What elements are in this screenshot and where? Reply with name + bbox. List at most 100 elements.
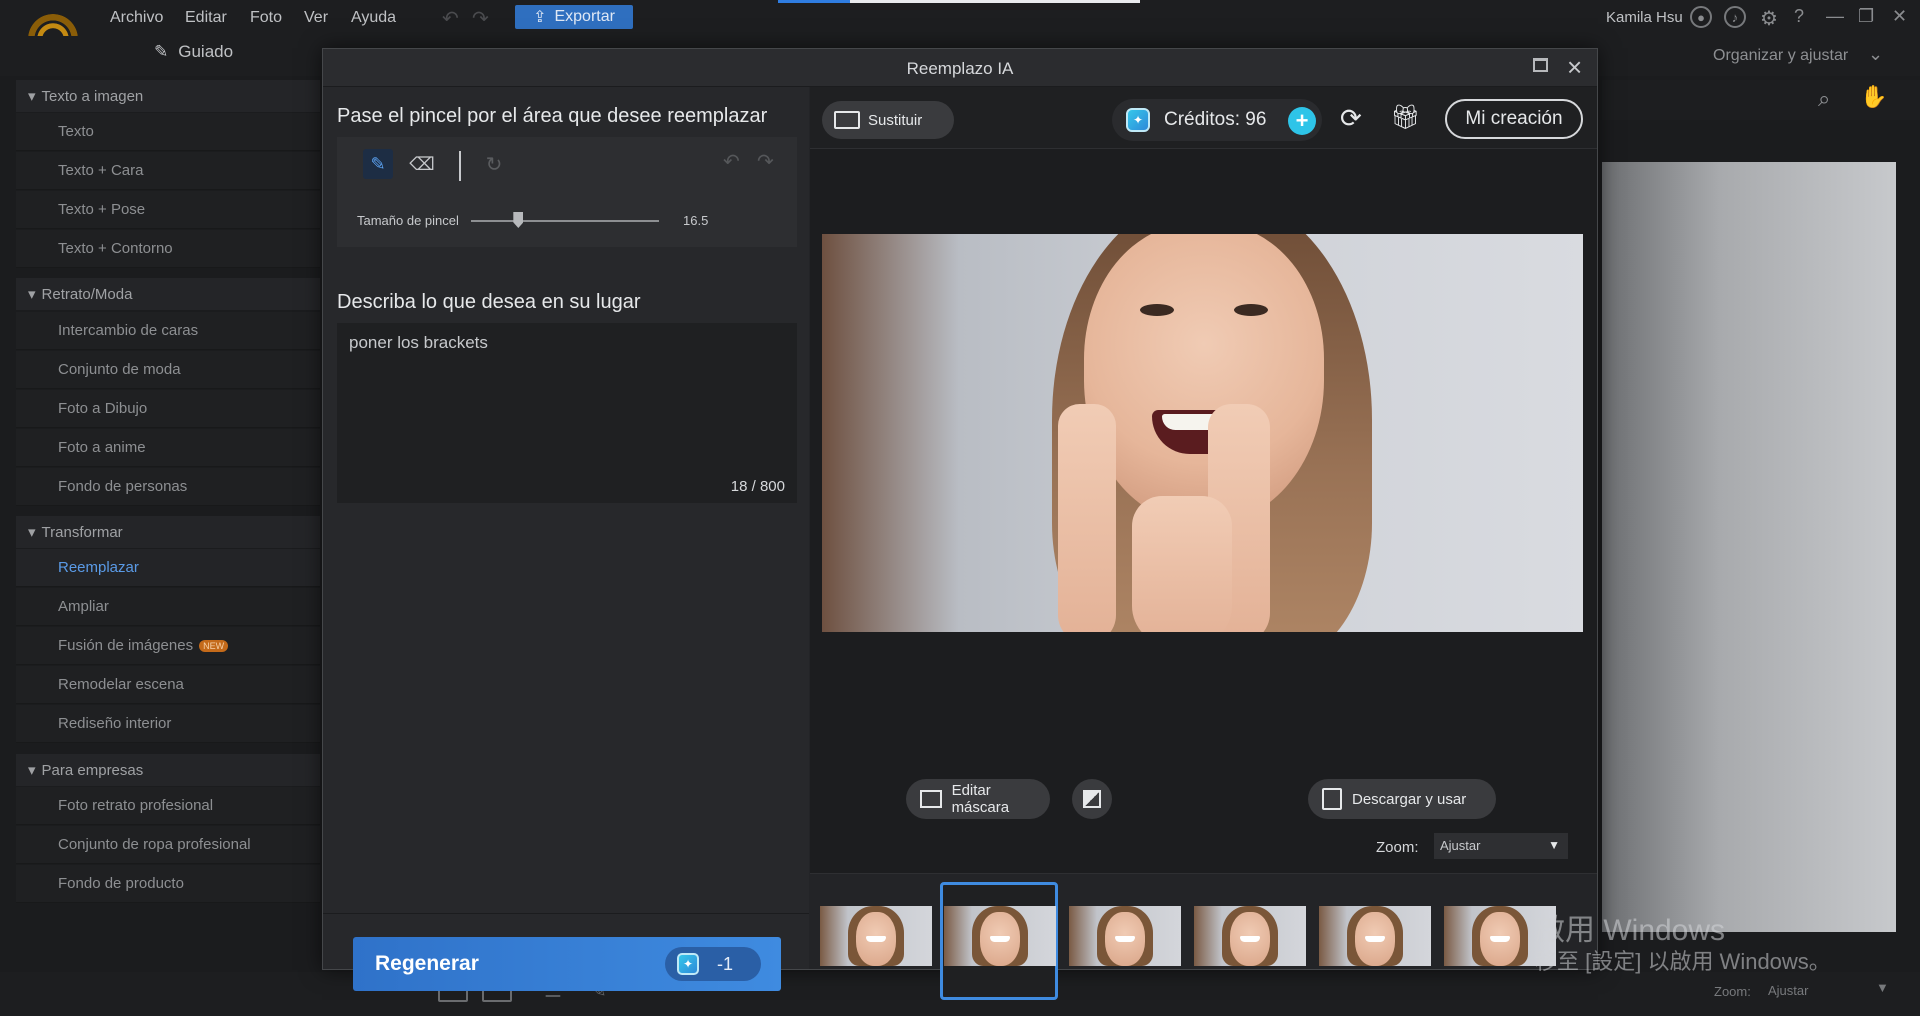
- dialog-title: Reemplazo IA: [906, 59, 1014, 78]
- redo-icon[interactable]: ↷: [757, 149, 774, 174]
- credits-text: Créditos: 96: [1164, 109, 1267, 130]
- triangle-down-icon: ▾: [28, 88, 36, 105]
- refresh-icon[interactable]: ⟳: [1340, 103, 1362, 134]
- download-icon: [1322, 788, 1342, 810]
- menu-ver[interactable]: Ver: [304, 9, 328, 27]
- photo-eye: [1140, 304, 1174, 316]
- result-thumbnail[interactable]: [820, 906, 932, 966]
- sidebar-item-pro-portrait[interactable]: Foto retrato profesional: [16, 787, 320, 825]
- prompt-textarea[interactable]: poner los brackets 18 / 800: [337, 323, 797, 503]
- section-text-to-image[interactable]: ▾ Texto a imagen: [16, 80, 320, 112]
- sidebar-item-fashion-set[interactable]: Conjunto de moda: [16, 351, 320, 389]
- sidebar-item-product-background[interactable]: Fondo de producto: [16, 865, 320, 903]
- chevron-down-icon[interactable]: ⌄: [1868, 44, 1883, 65]
- sidebar-item-remodel-scene[interactable]: Remodelar escena: [16, 666, 320, 704]
- account-icon[interactable]: ●: [1690, 6, 1712, 28]
- background-canvas: [1602, 162, 1896, 932]
- regenerate-button[interactable]: Regenerar ✦ -1: [353, 937, 781, 991]
- result-thumbnail[interactable]: [1069, 906, 1181, 966]
- photo-hand: [1132, 496, 1232, 632]
- undo-icon[interactable]: ↶: [442, 6, 459, 31]
- dialog-right-pane: Sustituir ✦ Créditos: 96 + ⟳ 🎁︎ Mi creac…: [810, 87, 1597, 1000]
- restore-icon[interactable]: ❐: [1858, 6, 1874, 27]
- sidebar-item-interior-redesign[interactable]: Rediseño interior: [16, 705, 320, 743]
- section-transform[interactable]: ▾ Transformar: [16, 516, 320, 548]
- sidebar-item-photo-drawing[interactable]: Foto a Dibujo: [16, 390, 320, 428]
- guided-label: Guiado: [178, 42, 234, 61]
- magnifier-icon[interactable]: ⌕: [1818, 86, 1830, 112]
- replace-button[interactable]: Sustituir: [822, 101, 954, 139]
- photo-eye: [1234, 304, 1268, 316]
- windows-activation-hint: 移至 [設定] 以啟用 Windows。: [1535, 949, 1831, 974]
- sidebar-item-text-face[interactable]: Texto + Cara: [16, 152, 320, 190]
- gift-icon[interactable]: 🎁︎: [1390, 103, 1420, 132]
- reset-icon[interactable]: ↻: [479, 149, 509, 179]
- user-name[interactable]: Kamila Hsu: [1606, 9, 1683, 26]
- result-image[interactable]: [822, 234, 1583, 632]
- chevron-down-icon[interactable]: ▼: [1876, 980, 1889, 995]
- tab-guided[interactable]: ✎ Guiado: [154, 42, 233, 62]
- bell-icon[interactable]: ♪: [1724, 6, 1746, 28]
- brush-icon[interactable]: ✎: [363, 149, 393, 179]
- hand-icon[interactable]: ✋: [1860, 84, 1887, 110]
- close-app-icon[interactable]: ✕: [1892, 6, 1907, 27]
- section-portrait-fashion[interactable]: ▾ Retrato/Moda: [16, 278, 320, 310]
- close-icon[interactable]: ×: [1567, 52, 1582, 83]
- compare-icon: [1083, 790, 1101, 808]
- sidebar-item-photo-anime[interactable]: Foto a anime: [16, 429, 320, 467]
- sidebar-item-text[interactable]: Texto: [16, 113, 320, 151]
- brush-size-slider-thumb[interactable]: [513, 212, 524, 228]
- minimize-icon[interactable]: —: [1826, 6, 1844, 27]
- brush-size-slider[interactable]: [471, 220, 659, 222]
- zoom-select[interactable]: Ajustar ▼: [1434, 833, 1568, 859]
- menu-ayuda[interactable]: Ayuda: [351, 9, 396, 27]
- triangle-down-icon: ▾: [28, 524, 36, 541]
- section-business[interactable]: ▾ Para empresas: [16, 754, 320, 786]
- redo-icon[interactable]: ↷: [472, 6, 489, 31]
- eraser-icon[interactable]: ⌫: [407, 149, 437, 179]
- windows-activation-watermark: 啟用 Windows: [1535, 914, 1726, 947]
- compare-button[interactable]: [1072, 779, 1112, 819]
- export-button[interactable]: ⇪ Exportar: [515, 5, 633, 29]
- sidebar-item-replace[interactable]: Reemplazar: [16, 549, 320, 587]
- mask-edit-icon: [920, 790, 942, 808]
- zoom-label: Zoom:: [1376, 839, 1419, 856]
- download-use-button[interactable]: Descargar y usar: [1308, 779, 1496, 819]
- gear-icon[interactable]: ⚙: [1760, 6, 1778, 31]
- replace-label: Sustituir: [868, 111, 923, 129]
- maximize-icon[interactable]: [1533, 58, 1548, 72]
- undo-icon[interactable]: ↶: [723, 149, 740, 174]
- menu-foto[interactable]: Foto: [250, 9, 282, 27]
- prompt-text: poner los brackets: [349, 333, 488, 352]
- export-label: Exportar: [554, 8, 615, 25]
- sidebar-item-pro-outfit[interactable]: Conjunto de ropa profesional: [16, 826, 320, 864]
- result-thumbnail[interactable]: [1194, 906, 1306, 966]
- menu-archivo[interactable]: Archivo: [110, 9, 163, 27]
- bottom-zoom-select[interactable]: Ajustar: [1768, 983, 1808, 998]
- sidebar-item-face-swap[interactable]: Intercambio de caras: [16, 312, 320, 350]
- tab-organize[interactable]: Organizar y ajustar: [1713, 47, 1848, 65]
- zoom-value: Ajustar: [1440, 838, 1481, 853]
- sidebar-item-text-pose[interactable]: Texto + Pose: [16, 191, 320, 229]
- sidebar-item-people-background[interactable]: Fondo de personas: [16, 468, 320, 506]
- progress-fill: [778, 0, 850, 3]
- triangle-down-icon: ▾: [28, 286, 36, 303]
- dialog-left-pane: Pase el pincel por el área que desee ree…: [323, 87, 809, 991]
- sidebar-item-text-contour[interactable]: Texto + Contorno: [16, 230, 320, 268]
- add-credits-button[interactable]: +: [1288, 107, 1316, 135]
- tool-divider: [459, 151, 461, 181]
- credit-cost-badge: ✦ -1: [665, 947, 761, 981]
- ai-replace-dialog: Reemplazo IA × Pase el pincel por el áre…: [322, 48, 1598, 1000]
- menu-editar[interactable]: Editar: [185, 9, 227, 27]
- brush-instruction: Pase el pincel por el área que desee ree…: [337, 105, 768, 127]
- brush-size-value: 16.5: [683, 213, 709, 228]
- sidebar-item-expand[interactable]: Ampliar: [16, 588, 320, 626]
- help-icon[interactable]: ?: [1794, 6, 1804, 27]
- result-thumbnail[interactable]: [944, 906, 1056, 966]
- result-thumbnail[interactable]: [1319, 906, 1431, 966]
- brush-tools-panel: ✎ ⌫ ↻ ↶ ↷ Tamaño de pincel 16.5: [337, 137, 797, 247]
- sidebar-item-image-fusion[interactable]: Fusión de imágenes NEW: [16, 627, 320, 665]
- edit-mask-button[interactable]: Editar máscara: [906, 779, 1050, 819]
- my-creation-button[interactable]: Mi creación: [1445, 99, 1583, 139]
- download-label: Descargar y usar: [1352, 790, 1467, 808]
